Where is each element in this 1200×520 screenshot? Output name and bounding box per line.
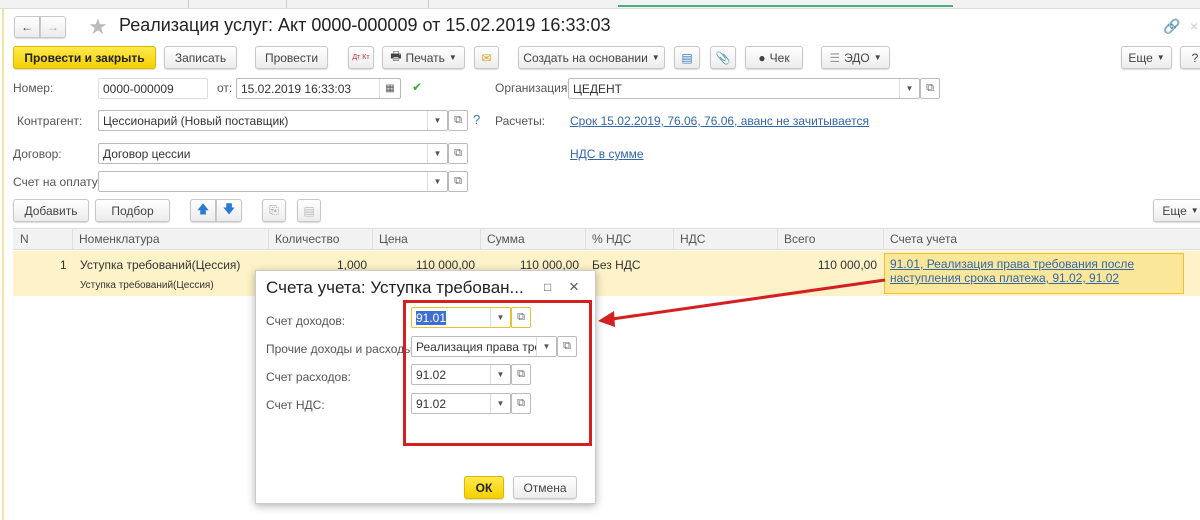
vat-account-label: Счет НДС: [266, 398, 325, 412]
dialog-close-icon[interactable]: × [569, 277, 579, 297]
annotation-arrow [598, 278, 886, 327]
income-account-label: Счет доходов: [266, 314, 346, 328]
maximize-icon[interactable]: □ [544, 280, 551, 294]
dialog-title: Счета учета: Уступка требован... [266, 278, 524, 297]
annotation-highlight-box [403, 300, 592, 446]
cancel-button[interactable]: Отмена [513, 476, 577, 499]
expense-account-label: Счет расходов: [266, 370, 351, 384]
other-income-label: Прочие доходы и расходы: [266, 342, 417, 356]
ok-button[interactable]: ОК [464, 476, 504, 499]
